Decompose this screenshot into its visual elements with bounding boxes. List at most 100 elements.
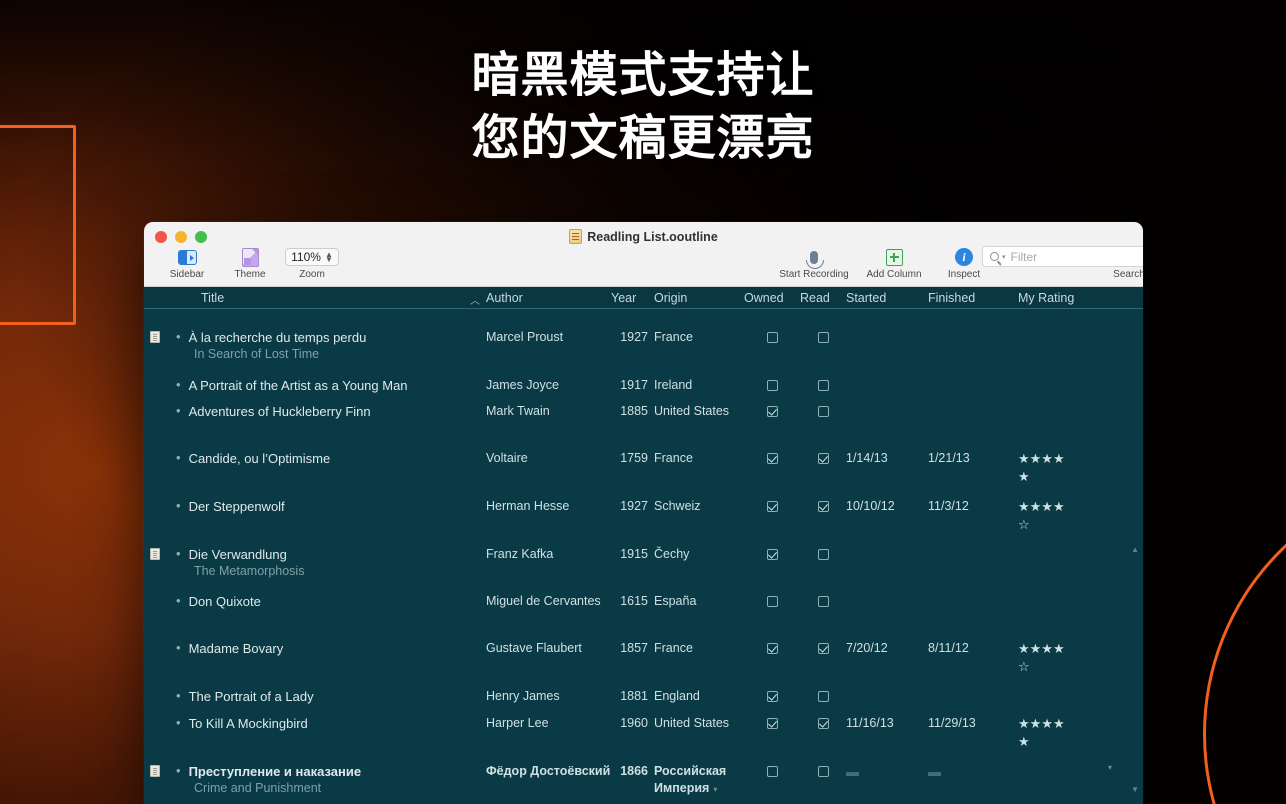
row-title-cell[interactable]: •Madame Bovary <box>166 634 486 657</box>
column-header-author[interactable]: Author <box>486 291 611 305</box>
row-started[interactable]: ▬ <box>846 757 928 781</box>
rating-stars-line1[interactable]: ★★★★ <box>1018 498 1080 516</box>
row-rating[interactable]: ★★★★☆ <box>1018 634 1118 676</box>
read-checkbox[interactable] <box>818 332 829 343</box>
row-year[interactable]: 1857 <box>611 634 654 657</box>
column-header-my-rating[interactable]: My Rating <box>1018 291 1118 305</box>
row-author[interactable]: Voltaire <box>486 444 611 467</box>
rating-stars-line2[interactable]: ★ <box>1018 733 1080 751</box>
note-attachment-icon[interactable] <box>150 548 160 560</box>
zoom-value-box[interactable]: 110% ▲▼ <box>275 246 349 268</box>
row-author[interactable]: James Joyce <box>486 371 611 394</box>
row-title-cell[interactable]: •Преступление и наказаниеCrime and Punis… <box>166 757 486 797</box>
row-read-checkbox[interactable] <box>800 323 846 347</box>
row-read-checkbox[interactable] <box>800 444 846 468</box>
row-rating[interactable]: ★★★★☆ <box>1018 492 1118 534</box>
owned-checkbox[interactable] <box>767 718 778 729</box>
owned-checkbox[interactable] <box>767 691 778 702</box>
column-header-title[interactable]: Title ︿ <box>166 291 486 305</box>
row-started[interactable]: 7/20/12 <box>846 634 928 657</box>
row-origin[interactable]: España <box>654 587 744 610</box>
row-finished[interactable] <box>928 397 1018 403</box>
row-finished[interactable] <box>928 587 1018 593</box>
read-checkbox[interactable] <box>818 766 829 777</box>
table-row[interactable]: •A Portrait of the Artist as a Young Man… <box>144 371 1143 395</box>
row-author[interactable]: Mark Twain <box>486 397 611 420</box>
chevron-down-icon[interactable]: ▾ <box>713 785 717 794</box>
row-owned-checkbox[interactable] <box>744 709 800 733</box>
row-year[interactable]: 1885 <box>611 397 654 420</box>
row-rating[interactable]: ▾ <box>1018 757 1118 772</box>
rating-stars-line2[interactable]: ☆ <box>1018 516 1080 534</box>
row-started[interactable] <box>846 397 928 403</box>
row-owned-checkbox[interactable] <box>744 371 800 395</box>
row-read-checkbox[interactable] <box>800 757 846 781</box>
row-year[interactable]: 1927 <box>611 492 654 515</box>
table-row[interactable]: •Преступление и наказаниеCrime and Punis… <box>144 757 1143 798</box>
table-row[interactable]: •Die VerwandlungThe MetamorphosisFranz K… <box>144 540 1143 580</box>
column-header-read[interactable]: Read <box>800 291 846 305</box>
row-owned-checkbox[interactable] <box>744 587 800 611</box>
read-checkbox[interactable] <box>818 380 829 391</box>
row-origin[interactable]: Ireland <box>654 371 744 394</box>
row-finished[interactable]: 8/11/12 <box>928 634 1018 657</box>
owned-checkbox[interactable] <box>767 766 778 777</box>
row-rating[interactable] <box>1018 397 1118 403</box>
row-started[interactable] <box>846 587 928 593</box>
row-rating[interactable] <box>1018 587 1118 593</box>
row-read-checkbox[interactable] <box>800 587 846 611</box>
row-owned-checkbox[interactable] <box>744 492 800 516</box>
row-author[interactable]: Gustave Flaubert <box>486 634 611 657</box>
row-rating[interactable] <box>1018 371 1118 377</box>
row-started[interactable] <box>846 323 928 329</box>
toolbar-zoom-stepper[interactable]: 110% ▲▼ Zoom <box>275 246 349 280</box>
vertical-scrollbar[interactable]: ▲ ▼ <box>1129 309 1143 804</box>
row-year[interactable]: 1881 <box>611 682 654 705</box>
row-owned-checkbox[interactable] <box>744 397 800 421</box>
row-finished[interactable] <box>928 682 1018 688</box>
row-year[interactable]: 1960 <box>611 709 654 732</box>
table-row[interactable]: •Adventures of Huckleberry FinnMark Twai… <box>144 397 1143 421</box>
column-header-started[interactable]: Started <box>846 291 928 305</box>
row-title-cell[interactable]: •À la recherche du temps perduIn Search … <box>166 323 486 363</box>
table-row[interactable]: •To Kill A MockingbirdHarper Lee1960Unit… <box>144 709 1143 751</box>
row-finished[interactable]: 1/21/13 <box>928 444 1018 467</box>
row-author[interactable]: Фёдор Достоёвский <box>486 757 611 780</box>
read-checkbox[interactable] <box>818 453 829 464</box>
rating-stars-line1[interactable]: ★★★★ <box>1018 450 1080 468</box>
row-finished[interactable]: 11/3/12 <box>928 492 1018 515</box>
row-author[interactable]: Miguel de Cervantes <box>486 587 611 610</box>
row-owned-checkbox[interactable] <box>744 540 800 564</box>
row-rating[interactable] <box>1018 540 1118 546</box>
note-attachment-icon[interactable] <box>150 331 160 343</box>
row-origin[interactable]: Schweiz <box>654 492 744 515</box>
row-origin[interactable]: France <box>654 634 744 657</box>
owned-checkbox[interactable] <box>767 549 778 560</box>
owned-checkbox[interactable] <box>767 332 778 343</box>
row-read-checkbox[interactable] <box>800 682 846 706</box>
rating-stars-line1[interactable]: ★★★★ <box>1018 715 1080 733</box>
owned-checkbox[interactable] <box>767 596 778 607</box>
row-title-cell[interactable]: •Der Steppenwolf <box>166 492 486 515</box>
row-started[interactable]: 1/14/13 <box>846 444 928 467</box>
row-title-cell[interactable]: •Die VerwandlungThe Metamorphosis <box>166 540 486 580</box>
row-origin[interactable]: France <box>654 323 744 346</box>
row-read-checkbox[interactable] <box>800 634 846 658</box>
row-started[interactable] <box>846 682 928 688</box>
rating-stars-line2[interactable]: ★ <box>1018 468 1080 486</box>
owned-checkbox[interactable] <box>767 643 778 654</box>
owned-checkbox[interactable] <box>767 406 778 417</box>
scroll-caret-down-icon[interactable]: ▼ <box>1131 785 1139 794</box>
read-checkbox[interactable] <box>818 596 829 607</box>
row-author[interactable]: Marcel Proust <box>486 323 611 346</box>
row-finished[interactable] <box>928 540 1018 546</box>
read-checkbox[interactable] <box>818 406 829 417</box>
row-author[interactable]: Herman Hesse <box>486 492 611 515</box>
chevron-down-icon[interactable]: ▾ <box>1002 253 1006 261</box>
rating-stars-line1[interactable]: ★★★★ <box>1018 640 1080 658</box>
column-header-year[interactable]: Year <box>611 291 654 305</box>
row-title-cell[interactable]: •A Portrait of the Artist as a Young Man <box>166 371 486 394</box>
chevron-down-icon[interactable]: ▾ <box>1108 763 1112 772</box>
row-finished[interactable] <box>928 371 1018 377</box>
row-owned-checkbox[interactable] <box>744 682 800 706</box>
